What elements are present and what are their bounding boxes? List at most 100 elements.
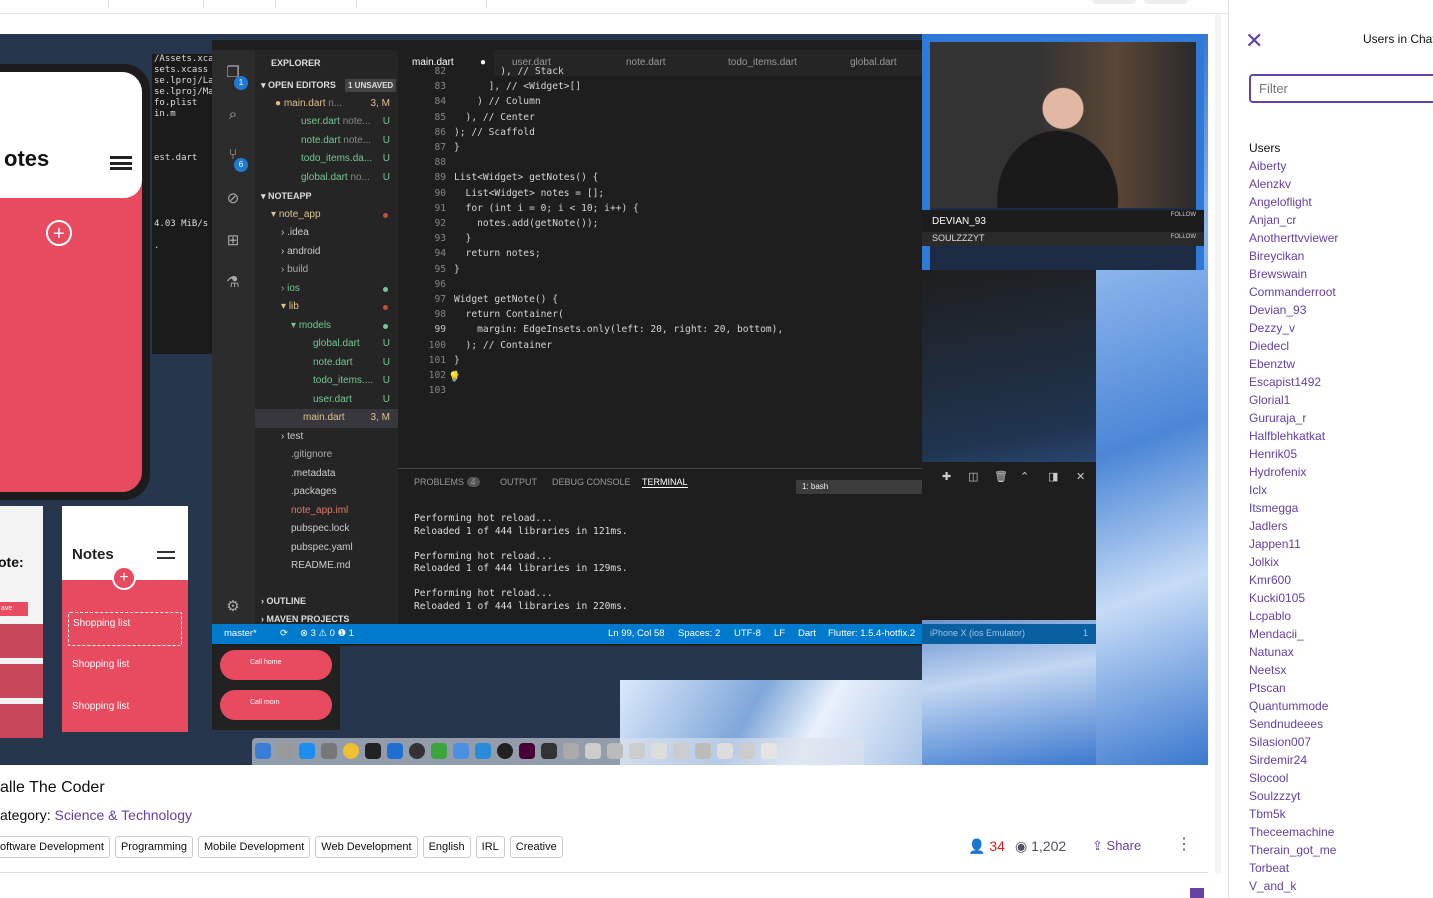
chat-user[interactable]: Anjan_cr — [1249, 213, 1338, 231]
chat-user[interactable]: Devian_93 — [1249, 303, 1338, 321]
chat-user[interactable]: Kucki0105 — [1249, 591, 1338, 609]
close-icon[interactable]: ✕ — [1245, 28, 1263, 54]
line-number: 83 — [434, 81, 446, 93]
android-studio-icon — [431, 743, 447, 759]
file-hint: n... — [328, 97, 343, 109]
tree-item-label: test — [287, 430, 304, 442]
tag[interactable]: English — [422, 836, 471, 858]
tag[interactable]: Creative — [509, 836, 563, 858]
webcam-overlay: DEVIAN_93 FOLLOW SOULZZZYT FOLLOW — [922, 34, 1204, 270]
chat-user[interactable]: Commanderroot — [1249, 285, 1338, 303]
chat-user[interactable]: Henrik05 — [1249, 447, 1338, 465]
chat-user[interactable]: Hydrofenix — [1249, 465, 1338, 483]
chat-user[interactable]: Halfblehkatkat — [1249, 429, 1338, 447]
encoding: UTF-8 — [734, 628, 761, 639]
file-status: U — [382, 134, 390, 146]
device-name: iPhone X (ios Emulator) — [930, 628, 1026, 638]
chat-user[interactable]: Itsmegga — [1249, 501, 1338, 519]
follow-label: FOLLOW — [1170, 212, 1196, 218]
file-status: 3, M — [370, 97, 390, 109]
vscode-icon — [387, 743, 403, 759]
chat-user[interactable]: Lcpablo — [1249, 609, 1338, 627]
chat-user[interactable]: Anotherttvviewer — [1249, 231, 1338, 249]
tag[interactable]: IRL — [475, 836, 505, 858]
chat-user[interactable]: Ebenztw — [1249, 357, 1338, 375]
app-store-icon — [299, 743, 315, 759]
nav-button[interactable] — [1092, 0, 1136, 4]
category-label: ategory: — [0, 807, 51, 823]
scrollbar[interactable] — [1215, 14, 1221, 874]
chat-user[interactable]: Dezzy_v — [1249, 321, 1338, 339]
chat-user[interactable]: Brewswain — [1249, 267, 1338, 285]
chat-user[interactable]: Tbm5k — [1249, 807, 1338, 825]
chat-user[interactable]: Sendnudeees — [1249, 717, 1338, 735]
file-status: U — [382, 375, 390, 386]
nav-divider — [275, 0, 276, 8]
search-icon: ⌕ — [228, 106, 238, 123]
chat-user[interactable]: Gururaja_r — [1249, 411, 1338, 429]
line-number: 98 — [434, 309, 446, 321]
file-hint: note... — [343, 134, 372, 146]
phone-screen: otes + — [0, 72, 142, 492]
bell-count: 1 — [1082, 628, 1088, 638]
file-name: main.dart — [283, 97, 326, 109]
chat-user[interactable]: Silasion007 — [1249, 735, 1338, 753]
chat-user[interactable]: Ptscan — [1249, 681, 1338, 699]
chat-user[interactable]: Angeloflight — [1249, 195, 1338, 213]
window-thumb-icon — [563, 743, 579, 759]
tree-item-label: ios — [287, 282, 300, 294]
tree-item-label: .packages — [291, 486, 337, 497]
code-line: return Container( — [454, 309, 564, 321]
chat-user[interactable]: Bireycikan — [1249, 249, 1338, 267]
tag[interactable]: Programming — [114, 836, 193, 858]
window-thumb-icon — [607, 743, 623, 759]
chat-toggle-button[interactable] — [1190, 888, 1204, 898]
chat-user[interactable]: V_and_k — [1249, 879, 1338, 897]
chat-user[interactable]: Glorial1 — [1249, 393, 1338, 411]
obs-icon — [409, 743, 425, 759]
tree-item: .gitignore — [255, 446, 398, 465]
chat-user[interactable]: Jadlers — [1249, 519, 1338, 537]
window-thumb-icon — [651, 743, 667, 759]
chat-user[interactable]: Diedecl — [1249, 339, 1338, 357]
chat-user[interactable]: Mendacii_ — [1249, 627, 1338, 645]
open-editor-item: note.dart note... U — [255, 132, 398, 151]
tree-item-label: README.md — [291, 560, 351, 571]
chat-user[interactable]: Soulzzzyt — [1249, 789, 1338, 807]
chat-user[interactable]: Theceemachine — [1249, 825, 1338, 843]
tag[interactable]: Web Development — [315, 836, 418, 858]
code-line: } — [454, 354, 460, 366]
tag[interactable]: Mobile Development — [197, 836, 311, 858]
tree-item-label: global.dart — [313, 338, 360, 349]
chat-user[interactable]: Aiberty — [1249, 159, 1338, 177]
chat-user[interactable]: Jappen11 — [1249, 537, 1338, 555]
tag[interactable]: oftware Development — [0, 836, 110, 858]
nav-button[interactable] — [1144, 0, 1188, 4]
category-link[interactable]: Science & Technology — [54, 807, 192, 823]
filter-input[interactable] — [1249, 74, 1433, 103]
more-options-icon[interactable]: ⋮ — [1176, 837, 1192, 853]
chat-user[interactable]: Iclx — [1249, 483, 1338, 501]
open-editor-item: ● main.dart n... 3, M — [255, 95, 398, 114]
chat-user[interactable]: Quantummode — [1249, 699, 1338, 717]
tree-item: › .idea — [281, 227, 309, 238]
chat-user[interactable]: Neetsx — [1249, 663, 1338, 681]
chat-user[interactable]: Jolkix — [1249, 555, 1338, 573]
mockup-add-icon: + — [112, 566, 136, 590]
tree-item: .packages — [255, 483, 398, 502]
chat-user[interactable]: Torbeat — [1249, 861, 1338, 879]
webcam-name-bar-2: SOULZZZYT FOLLOW — [922, 232, 1204, 246]
chat-user[interactable]: Therain_got_me — [1249, 843, 1338, 861]
chat-user[interactable]: Sirdemir24 — [1249, 753, 1338, 771]
share-button[interactable]: ⇪ Share — [1092, 838, 1141, 854]
nav-divider — [203, 0, 204, 8]
chat-user[interactable]: Alenzkv — [1249, 177, 1338, 195]
chat-user[interactable]: Escapist1492 — [1249, 375, 1338, 393]
tree-item: README.md — [255, 557, 398, 576]
chat-user[interactable]: Slocool — [1249, 771, 1338, 789]
video-player[interactable]: otes + /Assets.xcasse sets.xcass se.lpro… — [0, 34, 1208, 765]
viewer-count-value: 34 — [989, 838, 1005, 854]
chat-user[interactable]: Natunax — [1249, 645, 1338, 663]
file-status: U — [382, 393, 390, 405]
chat-user[interactable]: Kmr600 — [1249, 573, 1338, 591]
